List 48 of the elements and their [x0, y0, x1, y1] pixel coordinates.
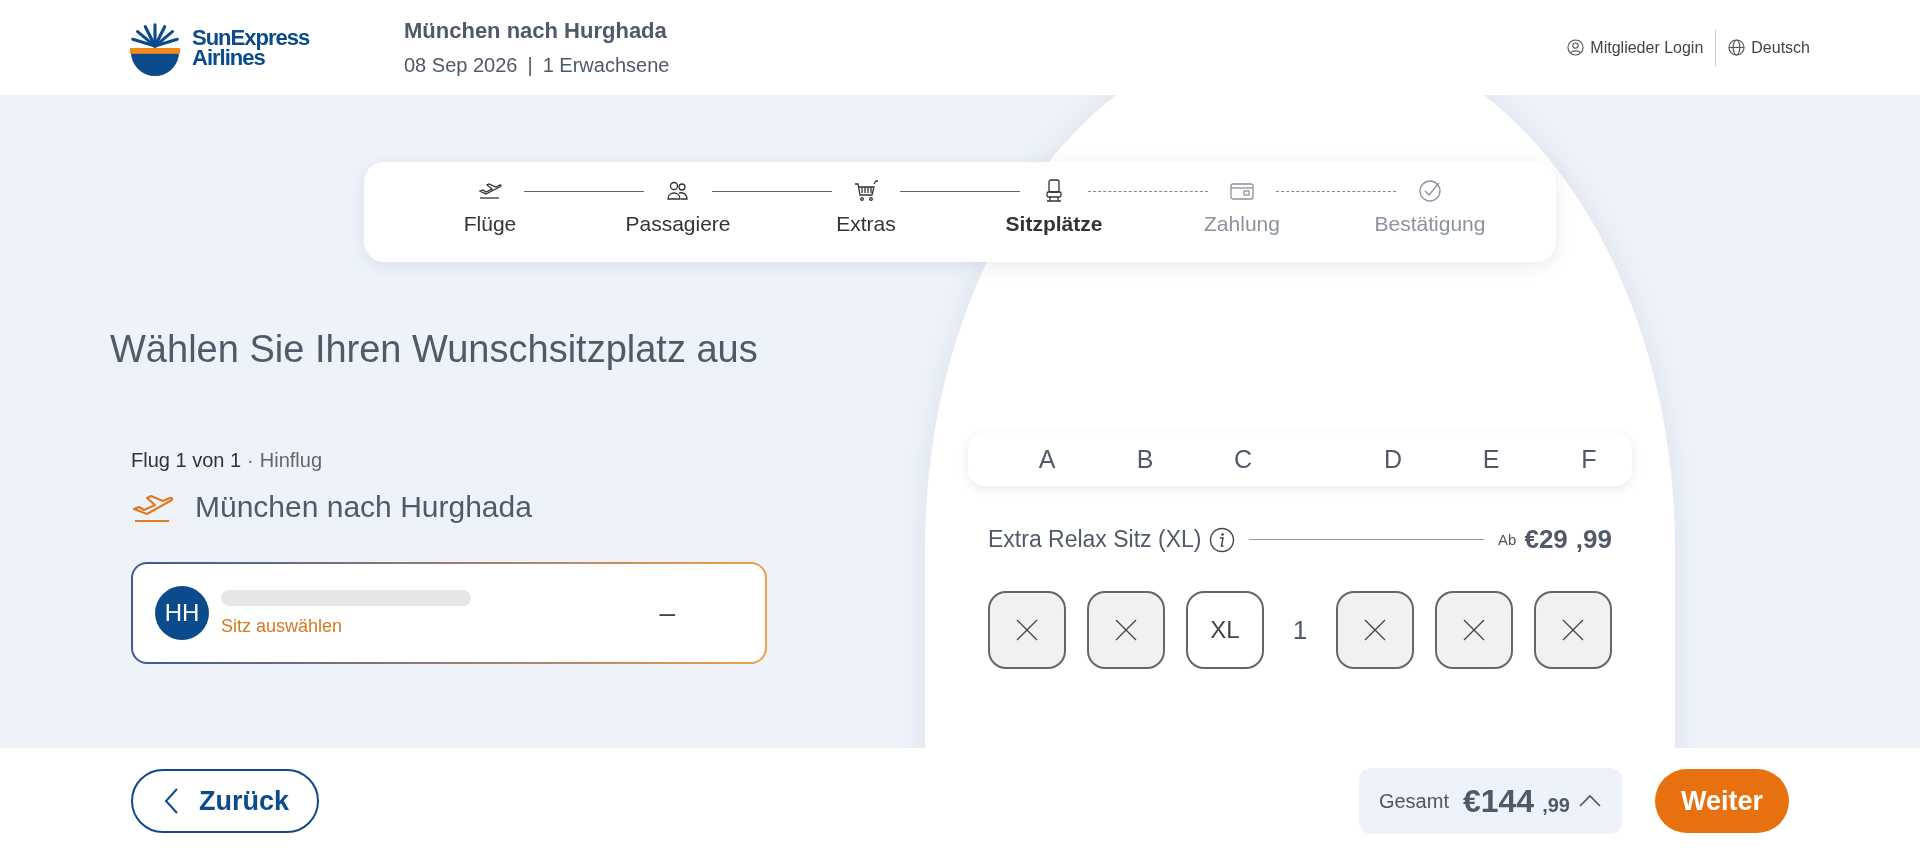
passenger-count: 1 Erwachsene [542, 54, 670, 77]
price-cents: ,99 [1542, 793, 1570, 817]
passenger-avatar: HH [155, 586, 209, 640]
logo-wordmark: SunExpress [192, 27, 310, 48]
header-link[interactable]: Deutsch [1728, 38, 1810, 57]
seat-button[interactable]: XL [1186, 591, 1264, 669]
chevron-up-icon [1577, 794, 1602, 808]
check-icon [1417, 178, 1443, 204]
step-tab[interactable]: Extras [791, 178, 941, 236]
step-tab[interactable]: Flüge [415, 178, 565, 236]
step-tab[interactable]: Sitzplätze [979, 178, 1129, 236]
separator-text: · [247, 449, 254, 472]
trip-route: München nach Hurghada [404, 18, 668, 44]
column-letter: C [1232, 445, 1254, 474]
column-letter: D [1382, 445, 1404, 474]
user-icon [1567, 39, 1585, 56]
separator-text: | [527, 54, 533, 77]
column-letter: A [1037, 445, 1057, 474]
total-label: Gesamt [1378, 789, 1449, 813]
price-prefix: Ab [1498, 531, 1517, 548]
total-price-panel[interactable]: Gesamt €144 ,99 [1358, 768, 1622, 834]
info-icon[interactable] [1209, 526, 1236, 553]
column-letter: E [1481, 445, 1501, 474]
row-number: 1 [1291, 614, 1309, 646]
cross-icon [1462, 618, 1486, 642]
column-letter: F [1580, 445, 1598, 474]
step-tab[interactable]: Passagiere [603, 178, 753, 236]
cross-icon [1363, 618, 1387, 642]
page-heading: Wählen Sie Ihren Wunschsitzplatz aus [110, 328, 759, 371]
header-link[interactable]: Mitglieder Login [1567, 38, 1704, 57]
price-cents: ,99 [1575, 524, 1612, 555]
seat-price: €29 [1524, 524, 1568, 555]
flight-counter: Flug 1 von 1 [131, 449, 242, 472]
cart-icon [853, 178, 879, 204]
flight-direction: Hinflug [259, 449, 322, 472]
column-letter: B [1135, 445, 1155, 474]
flight-route: München nach Hurghada [195, 490, 532, 524]
cross-icon [1015, 618, 1039, 642]
total-price: €144 [1462, 782, 1535, 820]
chevron-left-icon [163, 787, 179, 815]
seat-number: – [659, 597, 675, 629]
passenger-card[interactable]: HH Sitz auswählen – [131, 562, 767, 664]
cross-icon [1114, 618, 1138, 642]
back-button[interactable]: Zurück [131, 769, 320, 833]
cross-icon [1561, 618, 1585, 642]
seat-class-name: Extra Relax Sitz (XL) [988, 526, 1202, 553]
globe-icon [1728, 39, 1746, 56]
trip-date: 08 Sep 2026 [404, 54, 518, 77]
